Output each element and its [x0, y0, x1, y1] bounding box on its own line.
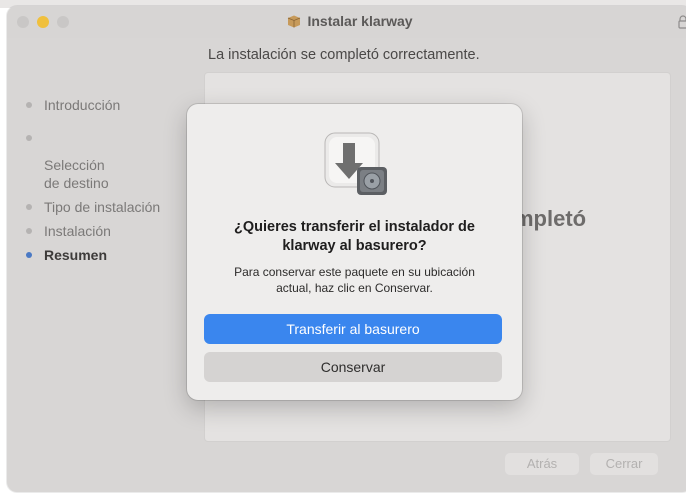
step-dot	[26, 135, 32, 141]
step-label: Introducción	[44, 97, 121, 113]
step-instalacion: Instalación	[18, 222, 160, 240]
move-to-trash-dialog: ¿Quieres transferir el instalador de kla…	[187, 104, 522, 400]
summary-heading-fragment: mpletó	[514, 206, 587, 231]
lock-icon	[678, 15, 686, 29]
title-bar: Instalar klarway	[7, 6, 686, 38]
step-label: Resumen	[44, 247, 108, 263]
dialog-title: ¿Quieres transferir el instalador de kla…	[234, 219, 475, 254]
step-label: Tipo de instalación	[44, 199, 161, 215]
step-tipo-instalacion: Tipo de instalación	[18, 198, 160, 216]
step-dot-active	[26, 252, 32, 258]
window-title: Instalar klarway	[7, 13, 686, 29]
move-to-trash-button[interactable]: Transferir al basurero	[204, 314, 502, 344]
step-label: Instalación	[44, 223, 111, 239]
steps-sidebar: Introducción Selección de destino Tipo d…	[18, 96, 160, 270]
step-resumen: Resumen	[18, 246, 160, 264]
step-seleccion-destino: Selección de destino	[18, 120, 160, 192]
dialog-message: Para conservar este paquete en su ubicac…	[234, 265, 475, 295]
window-title-text: Instalar klarway	[307, 13, 413, 29]
install-status-text: La instalación se completó correctamente…	[208, 47, 480, 63]
step-dot	[26, 102, 32, 108]
back-button[interactable]: Atrás	[505, 453, 579, 475]
step-dot	[26, 204, 32, 210]
installer-drive-icon	[324, 132, 387, 195]
step-introduccion: Introducción	[18, 96, 160, 114]
keep-button[interactable]: Conservar	[204, 352, 502, 382]
step-label: Selección de destino	[44, 157, 109, 191]
package-icon	[288, 15, 301, 28]
close-button[interactable]: Cerrar	[590, 453, 658, 475]
step-dot	[26, 228, 32, 234]
